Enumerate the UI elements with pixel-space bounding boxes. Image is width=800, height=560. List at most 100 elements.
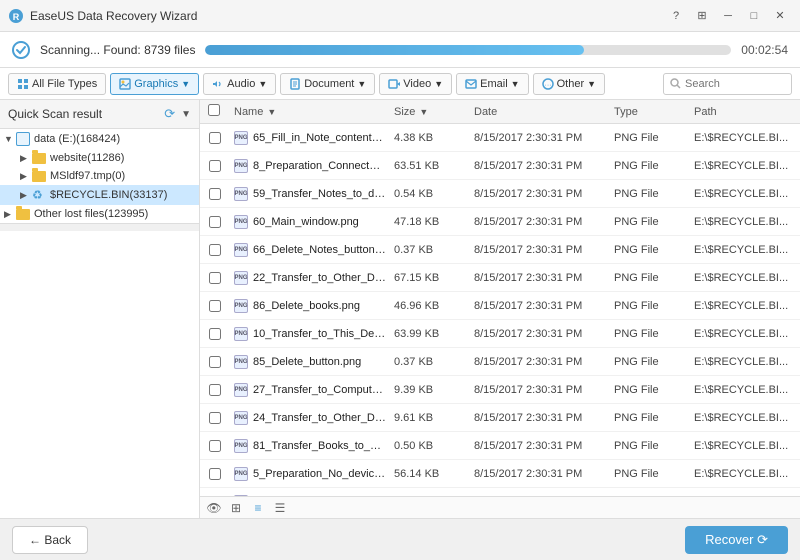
row-path: E:\$RECYCLE.BI... bbox=[690, 440, 800, 452]
row-date: 8/15/2017 2:30:31 PM bbox=[470, 272, 610, 284]
document-dropdown-arrow[interactable]: ▼ bbox=[357, 79, 366, 89]
row-date: 8/15/2017 2:30:31 PM bbox=[470, 160, 610, 172]
row-name-col: PNG 60_Main_window.png bbox=[230, 215, 390, 229]
file-list-header: Name ▼ Size ▼ Date Type Path bbox=[200, 100, 800, 124]
png-file-icon: PNG bbox=[234, 327, 248, 341]
graphics-icon bbox=[119, 78, 131, 90]
close-button[interactable]: ✕ bbox=[768, 6, 792, 26]
window-title: EaseUS Data Recovery Wizard bbox=[30, 9, 664, 23]
back-button[interactable]: ← Back bbox=[12, 526, 88, 554]
main-content: Quick Scan result ⟳ ▼ ▼ data (E:)(168424… bbox=[0, 100, 800, 518]
row-checkbox[interactable] bbox=[209, 244, 221, 256]
row-size: 4.38 KB bbox=[390, 132, 470, 144]
other-dropdown-arrow[interactable]: ▼ bbox=[587, 79, 596, 89]
thumbnail-view-button[interactable]: ⊞ bbox=[226, 499, 246, 517]
filter-video[interactable]: Video ▼ bbox=[379, 73, 452, 95]
col-header-date[interactable]: Date bbox=[470, 106, 610, 118]
filter-all-filetypes[interactable]: All File Types bbox=[8, 73, 106, 95]
tree-expand-arrow[interactable]: ▶ bbox=[4, 209, 16, 220]
row-type: PNG File bbox=[610, 468, 690, 480]
row-checkbox[interactable] bbox=[209, 160, 221, 172]
table-row[interactable]: PNG 59_Transfer_Notes_to_device_b... 0.5… bbox=[200, 180, 800, 208]
select-all-checkbox[interactable] bbox=[208, 104, 220, 116]
tree-item-msldf[interactable]: ▶ MSldf97.tmp(0) bbox=[0, 167, 199, 185]
row-checkbox[interactable] bbox=[209, 272, 221, 284]
row-type: PNG File bbox=[610, 356, 690, 368]
table-row[interactable]: PNG 5_Preparation_No_device_conn... 56.1… bbox=[200, 460, 800, 488]
filter-other[interactable]: ··· Other ▼ bbox=[533, 73, 605, 95]
progress-bar bbox=[205, 45, 731, 55]
row-checkbox[interactable] bbox=[209, 188, 221, 200]
row-date: 8/15/2017 2:30:31 PM bbox=[470, 328, 610, 340]
video-dropdown-arrow[interactable]: ▼ bbox=[434, 79, 443, 89]
table-row[interactable]: PNG 60_Main_window.png 47.18 KB 8/15/201… bbox=[200, 208, 800, 236]
search-input[interactable] bbox=[685, 78, 785, 90]
tree-expand-arrow[interactable]: ▶ bbox=[20, 171, 32, 182]
table-row[interactable]: PNG 24_Transfer_to_Other_Device_C... 9.6… bbox=[200, 404, 800, 432]
tree-item-other[interactable]: ▶ Other lost files(123995) bbox=[0, 205, 199, 223]
tree-label: website(11286) bbox=[50, 152, 124, 164]
row-checkbox[interactable] bbox=[209, 384, 221, 396]
col-header-type[interactable]: Type bbox=[610, 106, 690, 118]
row-checkbox[interactable] bbox=[209, 412, 221, 424]
file-name: 60_Main_window.png bbox=[253, 216, 359, 228]
table-row[interactable]: PNG 8_Preparation_Connected_devi... 63.5… bbox=[200, 152, 800, 180]
app-icon: R bbox=[8, 8, 24, 24]
minimize-button[interactable]: ─ bbox=[716, 6, 740, 26]
col-header-name[interactable]: Name ▼ bbox=[230, 106, 390, 118]
row-size: 0.50 KB bbox=[390, 440, 470, 452]
table-row[interactable]: PNG 66_Delete_Notes_button.png 0.37 KB 8… bbox=[200, 236, 800, 264]
row-type: PNG File bbox=[610, 188, 690, 200]
row-size: 9.61 KB bbox=[390, 412, 470, 424]
table-row[interactable]: PNG 22_Transfer_to_Other_Device_S... 67.… bbox=[200, 264, 800, 292]
filter-document[interactable]: Document ▼ bbox=[280, 73, 375, 95]
row-checkbox[interactable] bbox=[209, 216, 221, 228]
tree-item-data-e[interactable]: ▼ data (E:)(168424) bbox=[0, 129, 199, 149]
tree-expand-arrow[interactable]: ▼ bbox=[4, 134, 16, 144]
audio-dropdown-arrow[interactable]: ▼ bbox=[258, 79, 267, 89]
preview-button[interactable]: 👁 bbox=[204, 499, 224, 517]
row-checkbox-col bbox=[200, 440, 230, 452]
row-size: 56.14 KB bbox=[390, 468, 470, 480]
feedback-button[interactable]: ⊞ bbox=[690, 6, 714, 26]
table-row[interactable]: PNG 10_Transfer_to_This_Device_By... 63.… bbox=[200, 320, 800, 348]
scan-bar: Scanning... Found: 8739 files 00:02:54 bbox=[0, 32, 800, 68]
recover-button[interactable]: Recover ⟳ bbox=[685, 526, 788, 554]
tree-expand-arrow[interactable]: ▶ bbox=[20, 190, 32, 201]
tree-expand-arrow[interactable]: ▶ bbox=[20, 153, 32, 164]
file-name: 22_Transfer_to_Other_Device_S... bbox=[253, 272, 386, 284]
filter-audio[interactable]: Audio ▼ bbox=[203, 73, 276, 95]
maximize-button[interactable]: □ bbox=[742, 6, 766, 26]
png-file-icon: PNG bbox=[234, 131, 248, 145]
table-row[interactable]: PNG 81_Transfer_Books_to_device_b... 0.5… bbox=[200, 432, 800, 460]
email-dropdown-arrow[interactable]: ▼ bbox=[511, 79, 520, 89]
row-checkbox[interactable] bbox=[209, 328, 221, 340]
list-view-button[interactable]: ≡ bbox=[248, 499, 268, 517]
sidebar-refresh-icon[interactable]: ⟳ bbox=[164, 106, 175, 122]
table-row[interactable]: PNG 65_Fill_in_Note_contents.png 4.38 KB… bbox=[200, 124, 800, 152]
tree-item-recycle[interactable]: ▶ ♻ $RECYCLE.BIN(33137) bbox=[0, 185, 199, 205]
row-checkbox[interactable] bbox=[209, 132, 221, 144]
filter-email[interactable]: Email ▼ bbox=[456, 73, 528, 95]
help-button[interactable]: ? bbox=[664, 6, 688, 26]
row-checkbox[interactable] bbox=[209, 356, 221, 368]
scan-time: 00:02:54 bbox=[741, 43, 788, 57]
sidebar-collapse-icon[interactable]: ▼ bbox=[181, 109, 191, 120]
row-type: PNG File bbox=[610, 440, 690, 452]
row-size: 47.18 KB bbox=[390, 216, 470, 228]
col-header-path[interactable]: Path bbox=[690, 106, 800, 118]
table-row[interactable]: PNG 44_Transfer_Contacts_to_comp... 0.40… bbox=[200, 488, 800, 496]
table-row[interactable]: PNG 27_Transfer_to_Computer_Proc... 9.39… bbox=[200, 376, 800, 404]
row-type: PNG File bbox=[610, 216, 690, 228]
graphics-dropdown-arrow[interactable]: ▼ bbox=[181, 79, 190, 89]
bottom-bar: ← Back Recover ⟳ bbox=[0, 518, 800, 560]
table-row[interactable]: PNG 86_Delete_books.png 46.96 KB 8/15/20… bbox=[200, 292, 800, 320]
col-header-size[interactable]: Size ▼ bbox=[390, 106, 470, 118]
detail-view-button[interactable]: ☰ bbox=[270, 499, 290, 517]
table-row[interactable]: PNG 85_Delete_button.png 0.37 KB 8/15/20… bbox=[200, 348, 800, 376]
row-checkbox[interactable] bbox=[209, 468, 221, 480]
tree-item-website[interactable]: ▶ website(11286) bbox=[0, 149, 199, 167]
filter-graphics[interactable]: Graphics ▼ bbox=[110, 73, 199, 95]
row-checkbox[interactable] bbox=[209, 440, 221, 452]
row-checkbox[interactable] bbox=[209, 300, 221, 312]
